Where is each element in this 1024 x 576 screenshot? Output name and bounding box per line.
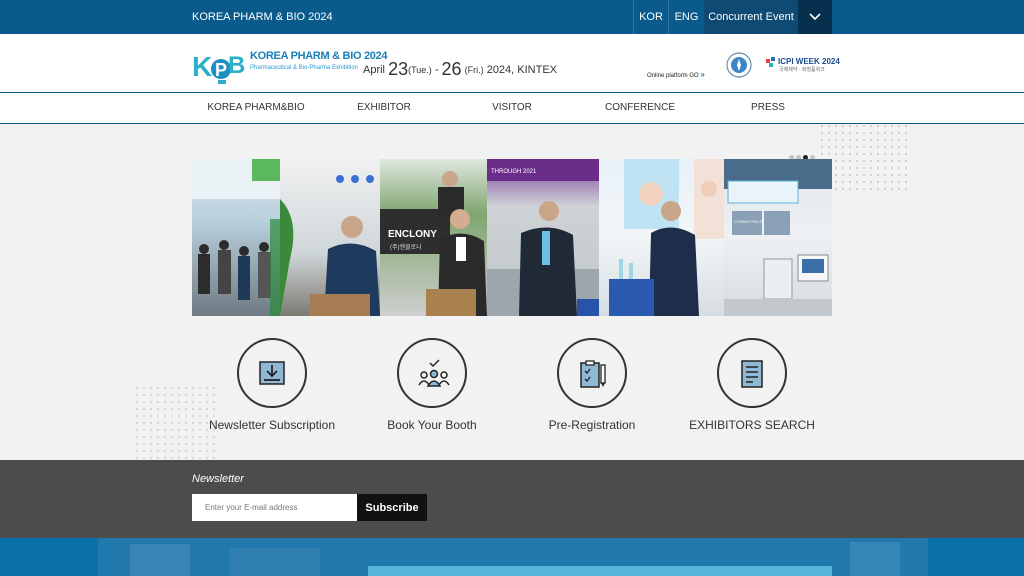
- svg-text:COSMO POLITAN: COSMO POLITAN: [734, 219, 767, 224]
- banner-photo-equipment: COSMO POLITAN: [724, 159, 832, 316]
- event-date: April 23(Tue.) - 26 (Fri.) 2024, KINTEX: [363, 59, 558, 79]
- nav-korea-pharm-bio[interactable]: KOREA PHARM&BIO: [192, 93, 320, 123]
- svg-text:THROUGH 2021: THROUGH 2021: [491, 169, 537, 175]
- newsletter-subscription-link[interactable]: Newsletter Subscription: [192, 338, 352, 432]
- icpi-logo-icon[interactable]: [766, 57, 777, 69]
- bottom-banner-preview: [0, 538, 1024, 576]
- top-bar: KOREA PHARM & BIO 2024 KOR ENG Concurren…: [0, 0, 1024, 34]
- quick-link-circle: [397, 338, 467, 408]
- concurrent-event-link[interactable]: Concurrent Event: [704, 0, 798, 34]
- banner-photo-booth: ENCLONY (주)엔클로니: [380, 159, 487, 316]
- double-chevron-right-icon: »: [700, 70, 705, 79]
- language-kor-link[interactable]: KOR: [633, 0, 668, 34]
- people-check-icon: [418, 359, 450, 387]
- quick-link-label: Pre-Registration: [548, 418, 636, 432]
- language-eng-link[interactable]: ENG: [668, 0, 704, 34]
- concurrent-dropdown-button[interactable]: [798, 0, 832, 34]
- banner-photo-meeting: [280, 159, 380, 316]
- nav-visitor[interactable]: VISITOR: [448, 93, 576, 123]
- svg-text:ENCLONY: ENCLONY: [388, 229, 437, 240]
- logo-subtitle: Pharmaceutical & Bio-Pharma Exhibition: [250, 65, 359, 71]
- chevron-down-icon: [809, 13, 821, 21]
- nav-press[interactable]: PRESS: [704, 93, 832, 123]
- clipboard-pen-icon: [580, 360, 606, 388]
- subscribe-button[interactable]: Subscribe: [357, 494, 427, 521]
- site-name[interactable]: KOREA PHARM & BIO 2024: [192, 0, 333, 34]
- quick-link-label: Newsletter Subscription: [208, 418, 336, 432]
- icpi-week-subtitle: 국제제약 · 화장품위크: [779, 67, 825, 73]
- header: K P B KOREA PHARM & BIO 2024 Pharmaceuti…: [0, 34, 1024, 92]
- online-platform-link[interactable]: Online platform GO »: [647, 70, 705, 79]
- nav-exhibitor[interactable]: EXHIBITOR: [320, 93, 448, 123]
- icpi-week-title[interactable]: ICPI WEEK 2024: [778, 57, 840, 66]
- download-icon: [259, 361, 285, 385]
- main-navigation: KOREA PHARM&BIO EXHIBITOR VISITOR CONFER…: [0, 92, 1024, 124]
- quick-link-label: EXHIBITORS SEARCH: [689, 418, 815, 432]
- banner-photo-hall: [192, 159, 280, 316]
- svg-text:K: K: [192, 51, 212, 82]
- emblem-seal-icon[interactable]: [726, 52, 752, 78]
- nav-conference[interactable]: CONFERENCE: [576, 93, 704, 123]
- dot-pattern-decoration: [820, 124, 910, 194]
- svg-text:(주)엔클로니: (주)엔클로니: [390, 243, 422, 251]
- hero-banner[interactable]: ENCLONY (주)엔클로니 THROUGH 2021 COSMO POLIT…: [192, 159, 832, 316]
- quick-link-label: Book Your Booth: [387, 418, 477, 432]
- main-content: ENCLONY (주)엔클로니 THROUGH 2021 COSMO POLIT…: [0, 124, 1024, 460]
- banner-photo-visitors: THROUGH 2021: [487, 159, 599, 316]
- svg-text:P: P: [215, 60, 227, 80]
- exhibitors-search-link[interactable]: EXHIBITORS SEARCH: [672, 338, 832, 432]
- newsletter-section: Newsletter Subscribe: [0, 460, 1024, 538]
- banner-photo-demo: [599, 159, 724, 316]
- quick-link-circle: [557, 338, 627, 408]
- quick-links: Newsletter Subscription Book Your Booth: [192, 338, 832, 438]
- pre-registration-link[interactable]: Pre-Registration: [512, 338, 672, 432]
- email-input[interactable]: [192, 494, 357, 521]
- kpb-logo[interactable]: K P B: [192, 48, 248, 86]
- quick-link-circle: [717, 338, 787, 408]
- svg-text:B: B: [228, 52, 245, 79]
- document-icon: [741, 360, 763, 388]
- newsletter-title: Newsletter: [192, 473, 244, 485]
- book-your-booth-link[interactable]: Book Your Booth: [352, 338, 512, 432]
- quick-link-circle: [237, 338, 307, 408]
